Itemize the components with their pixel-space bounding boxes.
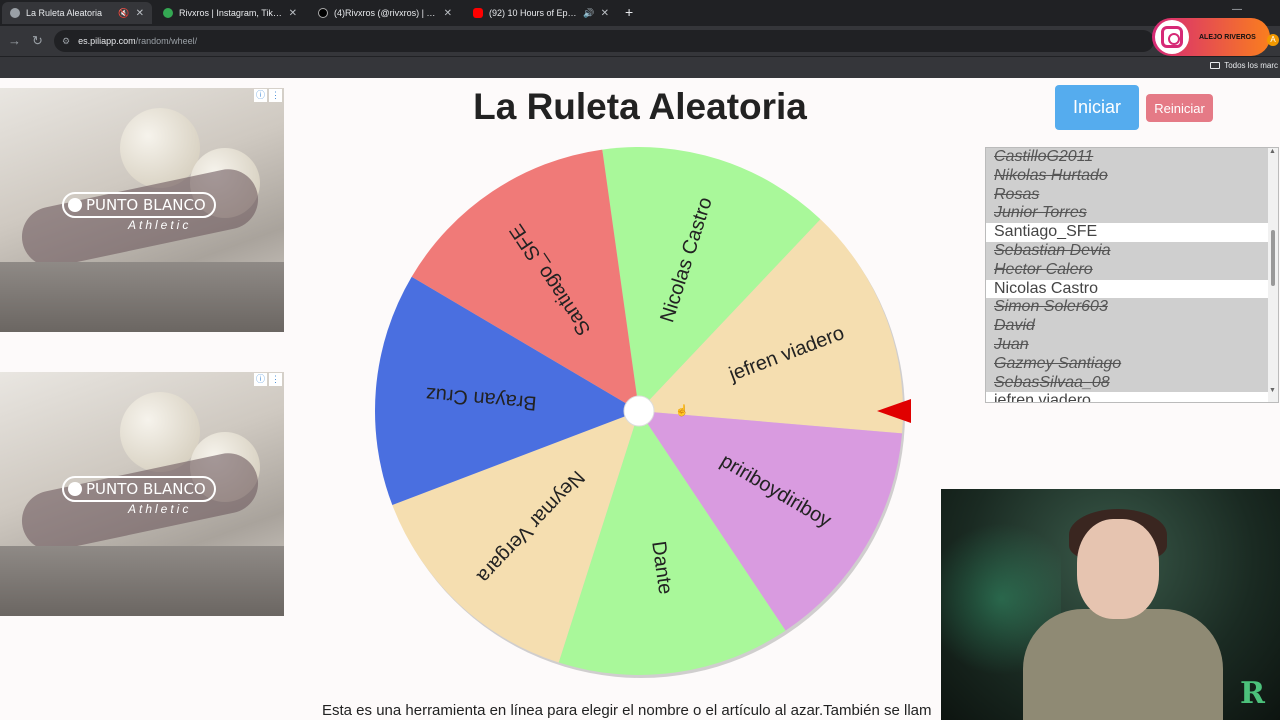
audio-icon[interactable]: 🔊 [583, 8, 594, 19]
close-icon[interactable]: ✕ [444, 8, 452, 19]
ad-brand-sub: Athletic [128, 502, 192, 516]
channel-logo-icon: R [1240, 676, 1265, 711]
overlay-handle: ALEJO RIVEROS [1199, 33, 1256, 41]
ad-brand-sub: Athletic [128, 218, 192, 232]
youtube-icon [473, 8, 483, 18]
info-icon: ⓘ [254, 89, 267, 102]
wheel-pointer-icon [877, 399, 911, 423]
name-list-item: SebasSilvaa_08 [986, 373, 1269, 393]
name-list-item: Simon Soler603 [986, 298, 1269, 318]
name-list-item: Hector Calero [986, 260, 1269, 280]
ad-banner-bottom[interactable]: PUNTO BLANCO Athletic ⓘ ⋮ [0, 372, 284, 616]
name-list-item: Gazmey Santiago [986, 354, 1269, 374]
close-icon[interactable]: ✕ [289, 8, 297, 19]
forward-icon[interactable]: → [8, 33, 21, 48]
ad-choices[interactable]: ⓘ ⋮ [254, 89, 282, 102]
tab-instagram[interactable]: Rivxros | Instagram, TikTok | Lin ✕ [155, 2, 305, 24]
webcam-person-head [1077, 519, 1159, 619]
name-list-item: Santiago_SFE [994, 223, 1098, 241]
tab-ruleta[interactable]: La Ruleta Aleatoria 🔇 ✕ [2, 2, 152, 24]
tab-title: (4)Rivxros (@rivxros) | TikTok [334, 8, 438, 18]
tab-title: Rivxros | Instagram, TikTok | Lin [179, 8, 283, 18]
site-info-icon[interactable]: ⚙ [62, 36, 70, 47]
name-list-item: Rosas [986, 185, 1269, 205]
ad-brand-logo: PUNTO BLANCO [62, 192, 216, 218]
ad-choices[interactable]: ⓘ ⋮ [254, 373, 282, 386]
webcam-overlay: R [941, 489, 1280, 720]
more-icon: ⋮ [269, 373, 282, 386]
tab-bar: La Ruleta Aleatoria 🔇 ✕ Rivxros | Instag… [0, 0, 1280, 26]
profile-avatar[interactable]: A [1267, 34, 1279, 46]
tab-title: (92) 10 Hours of Epic Power [489, 8, 577, 18]
scroll-thumb [1271, 230, 1275, 286]
new-tab-button[interactable]: + [625, 5, 633, 19]
address-bar: → ↻ ⚙ es.piliapp.com/random/wheel/ [0, 26, 1280, 56]
more-icon: ⋮ [269, 89, 282, 102]
names-list[interactable]: ▲ ▼ CastilloG2011 Nikolas Hurtado Rosas Jun… [985, 147, 1279, 403]
name-list-item: jefren viadero [994, 392, 1091, 403]
ad-brand-logo: PUNTO BLANCO [62, 476, 216, 502]
tab-favicon-icon [163, 8, 173, 18]
minimize-icon[interactable]: — [1232, 4, 1242, 15]
ad-bench [0, 262, 284, 332]
ad-banner-top[interactable]: PUNTO BLANCO Athletic ⓘ ⋮ [0, 88, 284, 332]
url-field[interactable]: ⚙ es.piliapp.com/random/wheel/ [54, 30, 1154, 52]
name-list-item: David [986, 317, 1269, 336]
ad-bench [0, 546, 284, 616]
scroll-up-icon: ▲ [1269, 148, 1276, 155]
muted-icon[interactable]: 🔇 [118, 8, 129, 19]
name-list-item: Nikolas Hurtado [986, 166, 1269, 186]
name-list-item: Nicolas Castro [994, 279, 1099, 297]
info-icon: ⓘ [254, 373, 267, 386]
instagram-overlay: ALEJO RIVEROS [1152, 18, 1270, 56]
list-scrollbar[interactable]: ▲ ▼ [1268, 148, 1278, 402]
folder-icon [1210, 62, 1221, 69]
tab-tiktok[interactable]: (4)Rivxros (@rivxros) | TikTok ✕ [310, 2, 460, 24]
name-list-item: Juan [986, 335, 1269, 355]
name-list-item: Junior Torres [986, 204, 1269, 224]
page-title: La Ruleta Aleatoria [473, 86, 807, 127]
tab-title: La Ruleta Aleatoria [26, 8, 103, 18]
mouse-cursor-icon: ☝ [675, 405, 689, 417]
bookmarks-bar: Todos los marc [0, 56, 1280, 78]
scroll-down-icon: ▼ [1269, 387, 1276, 394]
tab-favicon-icon [10, 8, 20, 18]
reload-icon[interactable]: ↻ [32, 33, 43, 49]
all-bookmarks-button[interactable]: Todos los marc [1210, 61, 1278, 70]
name-list-item: CastilloG2011 [986, 148, 1269, 167]
instagram-icon [1155, 20, 1189, 54]
reset-button[interactable]: Reiniciar [1146, 94, 1213, 122]
page-description: Esta es una herramienta en línea para el… [322, 702, 932, 719]
tab-youtube[interactable]: (92) 10 Hours of Epic Power 🔊 ✕ [465, 2, 617, 24]
url-path: /random/wheel/ [135, 36, 198, 46]
all-bookmarks-label: Todos los marc [1224, 61, 1278, 70]
webcam-person-body [1023, 609, 1223, 720]
start-button[interactable]: Iniciar [1055, 85, 1139, 130]
close-icon[interactable]: ✕ [136, 8, 144, 19]
url-host: es.piliapp.com [78, 36, 136, 46]
name-list-item: Sebastian Devia [986, 241, 1269, 261]
tiktok-icon [318, 8, 328, 18]
close-icon[interactable]: ✕ [601, 8, 609, 19]
